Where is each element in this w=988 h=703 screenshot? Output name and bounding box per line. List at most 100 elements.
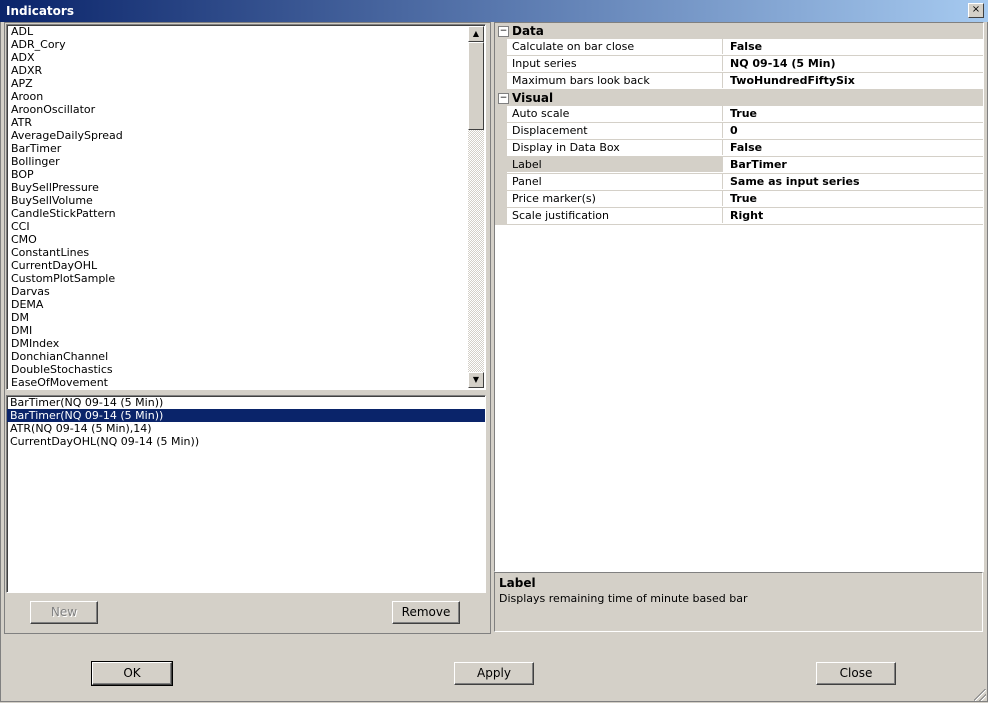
property-value[interactable]: NQ 09-14 (5 Min) [724, 56, 835, 71]
collapse-toggle-icon[interactable]: − [498, 26, 509, 37]
applied-indicator-item[interactable]: BarTimer(NQ 09-14 (5 Min)) [7, 396, 485, 409]
applied-indicator-list[interactable]: BarTimer(NQ 09-14 (5 Min)) BarTimer(NQ 09… [6, 395, 486, 593]
row-gutter [495, 208, 507, 224]
indicator-list-item[interactable]: BarTimer [7, 142, 485, 155]
window-close-button[interactable]: × [968, 3, 984, 18]
property-row[interactable]: Auto scale True [495, 106, 983, 123]
indicator-list-item[interactable]: CCI [7, 220, 485, 233]
indicator-list-item[interactable]: DM [7, 311, 485, 324]
row-gutter [495, 73, 507, 89]
indicator-list-item[interactable]: CandleStickPattern [7, 207, 485, 220]
collapse-toggle-icon[interactable]: − [498, 93, 509, 104]
property-row[interactable]: Maximum bars look back TwoHundredFiftySix [495, 73, 983, 90]
property-value[interactable]: Right [724, 208, 763, 223]
property-row[interactable]: Calculate on bar close False [495, 39, 983, 56]
indicator-list-scrollbar[interactable]: ▲ ▼ [468, 26, 484, 388]
property-row[interactable]: Price marker(s) True [495, 191, 983, 208]
indicator-list-item[interactable]: AverageDailySpread [7, 129, 485, 142]
property-value[interactable]: True [724, 191, 757, 206]
row-gutter [495, 191, 507, 207]
indicator-list-item[interactable]: BuySellVolume [7, 194, 485, 207]
property-value[interactable]: False [724, 140, 762, 155]
scroll-up-button[interactable]: ▲ [468, 26, 484, 42]
resize-grip[interactable] [974, 689, 986, 701]
indicator-list-item[interactable]: CMO [7, 233, 485, 246]
applied-indicator-item[interactable]: CurrentDayOHL(NQ 09-14 (5 Min)) [7, 435, 485, 448]
indicator-list-item[interactable]: DMIndex [7, 337, 485, 350]
remove-button[interactable]: Remove [392, 601, 460, 624]
indicator-list-item[interactable]: BOP [7, 168, 485, 181]
property-name: Panel [507, 174, 723, 189]
ok-button[interactable]: OK [91, 661, 173, 686]
title-bar: Indicators × [0, 0, 988, 22]
property-grid-rows: − Data Calculate on bar close False Input se… [495, 23, 983, 225]
applied-indicator-item[interactable]: BarTimer(NQ 09-14 (5 Min)) [7, 409, 485, 422]
property-row[interactable]: Scale justification Right [495, 208, 983, 225]
description-text: Displays remaining time of minute based … [499, 592, 748, 605]
indicator-list-item[interactable]: ADXR [7, 64, 485, 77]
close-button[interactable]: Close [816, 662, 896, 685]
property-value[interactable]: False [724, 39, 762, 54]
apply-button[interactable]: Apply [454, 662, 534, 685]
indicator-list-item[interactable]: EaseOfMovement [7, 376, 485, 389]
property-value[interactable]: BarTimer [724, 157, 787, 172]
indicator-list-item[interactable]: DonchianChannel [7, 350, 485, 363]
applied-indicator-items: BarTimer(NQ 09-14 (5 Min)) BarTimer(NQ 09… [7, 396, 485, 448]
window-title: Indicators [6, 4, 74, 18]
indicator-list-item[interactable]: Bollinger [7, 155, 485, 168]
property-name: Label [507, 157, 723, 172]
row-gutter [495, 174, 507, 190]
property-row[interactable]: Displacement 0 [495, 123, 983, 140]
row-gutter [495, 140, 507, 156]
category-label: Data [512, 24, 544, 38]
indicator-list-item[interactable]: APZ [7, 77, 485, 90]
indicator-list[interactable]: ADL ADR_Cory ADX ADXR APZ Aroon AroonOscillato… [6, 24, 486, 390]
row-gutter [495, 39, 507, 55]
indicator-list-item[interactable]: ATR [7, 116, 485, 129]
indicator-list-item[interactable]: DMI [7, 324, 485, 337]
indicator-list-item[interactable]: DEMA [7, 298, 485, 311]
new-button[interactable]: New [30, 601, 98, 624]
property-name: Displacement [507, 123, 723, 138]
property-value[interactable]: TwoHundredFiftySix [724, 73, 855, 88]
category-label: Visual [512, 91, 554, 105]
indicator-list-item[interactable]: BuySellPressure [7, 181, 485, 194]
category-data[interactable]: − Data [495, 23, 983, 39]
category-visual[interactable]: − Visual [495, 90, 983, 106]
indicator-list-item[interactable]: CustomPlotSample [7, 272, 485, 285]
indicator-list-item[interactable]: ConstantLines [7, 246, 485, 259]
property-row[interactable]: Input series NQ 09-14 (5 Min) [495, 56, 983, 73]
property-name: Maximum bars look back [507, 73, 723, 88]
row-gutter [495, 123, 507, 139]
property-row[interactable]: Panel Same as input series [495, 174, 983, 191]
indicator-list-item[interactable]: DoubleStochastics [7, 363, 485, 376]
property-name: Input series [507, 56, 723, 71]
indicator-list-item[interactable]: Aroon [7, 90, 485, 103]
scroll-down-button[interactable]: ▼ [468, 372, 484, 388]
indicator-list-item[interactable]: ADL [7, 25, 485, 38]
indicator-items: ADL ADR_Cory ADX ADXR APZ Aroon AroonOscillato… [7, 25, 485, 389]
row-gutter [495, 106, 507, 122]
scroll-thumb[interactable] [468, 42, 484, 130]
property-name: Display in Data Box [507, 140, 723, 155]
indicator-list-item[interactable]: Darvas [7, 285, 485, 298]
row-gutter [495, 56, 507, 72]
property-value[interactable]: 0 [724, 123, 738, 138]
property-name: Price marker(s) [507, 191, 723, 206]
property-description: Label Displays remaining time of minute … [494, 572, 983, 632]
property-value[interactable]: Same as input series [724, 174, 860, 189]
property-name: Calculate on bar close [507, 39, 723, 54]
property-row[interactable]: Label BarTimer [495, 157, 983, 174]
property-name: Auto scale [507, 106, 723, 121]
indicator-list-item[interactable]: ADX [7, 51, 485, 64]
indicator-list-item[interactable]: AroonOscillator [7, 103, 485, 116]
indicator-list-item[interactable]: CurrentDayOHL [7, 259, 485, 272]
row-gutter [495, 157, 507, 173]
indicator-list-item[interactable]: ADR_Cory [7, 38, 485, 51]
applied-indicator-item[interactable]: ATR(NQ 09-14 (5 Min),14) [7, 422, 485, 435]
property-value[interactable]: True [724, 106, 757, 121]
property-name: Scale justification [507, 208, 723, 223]
property-row[interactable]: Display in Data Box False [495, 140, 983, 157]
description-title: Label [499, 576, 536, 590]
property-grid[interactable]: − Data Calculate on bar close False Input se… [494, 22, 984, 572]
